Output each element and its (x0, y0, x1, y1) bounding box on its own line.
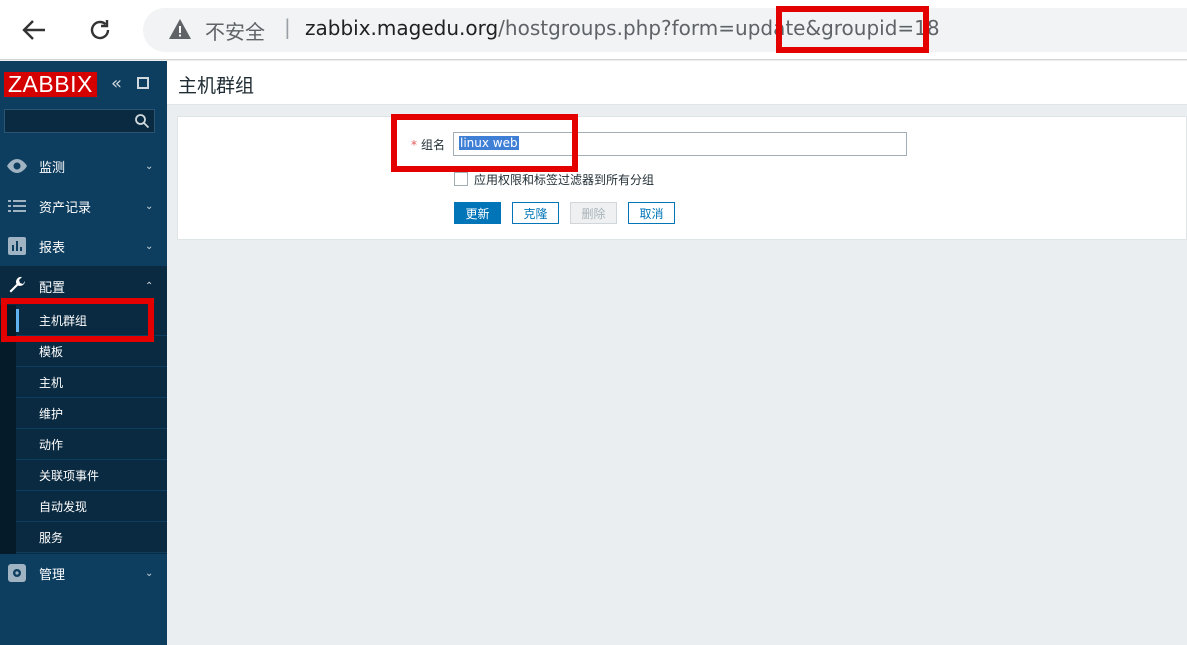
list-icon (6, 195, 28, 217)
kiosk-mode-icon[interactable] (137, 77, 149, 89)
eye-icon (6, 155, 28, 177)
submenu-item-discovery[interactable]: 自动发现 (16, 491, 167, 522)
menu-administration-label: 管理 (39, 567, 66, 583)
sidebar-search-input[interactable] (4, 109, 155, 133)
chevron-down-icon: ⌄ (145, 160, 154, 172)
menu-inventory[interactable]: 资产记录 ⌄ (0, 186, 167, 226)
highlight-box-host-groups (1, 298, 154, 342)
submenu-item-label: 模板 (39, 344, 64, 359)
menu-monitoring[interactable]: 监测 ⌄ (0, 146, 167, 186)
delete-button[interactable]: 删除 (570, 202, 617, 224)
menu-reports-label: 报表 (39, 240, 66, 256)
gear-icon (6, 562, 28, 584)
wrench-icon (6, 275, 28, 297)
back-arrow-icon[interactable] (14, 10, 54, 50)
clone-button[interactable]: 克隆 (512, 202, 559, 224)
submenu-indent (0, 305, 16, 554)
sidebar: ZABBIX « 监测 ⌄ 资产记录 ⌄ 报表 ⌄ 配置 ⌃ 主机群组 模板 主 (0, 61, 167, 645)
url-host: zabbix.magedu.org (305, 16, 499, 40)
submenu-item-label: 维护 (39, 406, 64, 421)
chevron-down-icon: ⌄ (145, 200, 154, 212)
submenu-item-label: 服务 (39, 530, 64, 545)
menu-inventory-label: 资产记录 (39, 200, 92, 216)
insecure-label: 不安全 (205, 20, 265, 44)
url-separator: | (284, 15, 291, 39)
highlight-box-groupid (776, 6, 929, 53)
page-header: 主机群组 (167, 61, 1187, 105)
submenu-item-label: 主机 (39, 375, 64, 390)
update-button[interactable]: 更新 (454, 202, 501, 224)
apply-permissions-label[interactable]: 应用权限和标签过滤器到所有分组 (474, 171, 654, 188)
menu-monitoring-label: 监测 (39, 160, 66, 176)
submenu-item-maintenance[interactable]: 维护 (16, 398, 167, 429)
submenu-item-services[interactable]: 服务 (16, 522, 167, 553)
highlight-box-group-name (391, 114, 578, 172)
chevron-down-icon: ⌄ (145, 567, 154, 579)
search-icon[interactable] (134, 113, 150, 129)
collapse-sidebar-icon[interactable]: « (111, 73, 122, 94)
chevron-down-icon: ⌄ (145, 240, 154, 252)
host-group-form: * 组名 linux web 应用权限和标签过滤器到所有分组 更新 克隆 删除 取… (177, 116, 1187, 240)
submenu-item-actions[interactable]: 动作 (16, 429, 167, 460)
bar-chart-icon (6, 235, 28, 257)
menu-administration[interactable]: 管理 ⌄ (0, 553, 167, 593)
chevron-up-icon: ⌃ (145, 280, 154, 292)
configuration-submenu: 主机群组 模板 主机 维护 动作 关联项事件 自动发现 服务 (16, 305, 167, 554)
page-title: 主机群组 (178, 75, 255, 97)
submenu-item-label: 关联项事件 (39, 468, 100, 483)
submenu-item-label: 动作 (39, 437, 64, 452)
warning-icon[interactable] (168, 17, 192, 41)
submenu-item-event-correlation[interactable]: 关联项事件 (16, 460, 167, 491)
zabbix-logo[interactable]: ZABBIX (4, 72, 97, 97)
apply-permissions-checkbox[interactable] (454, 172, 468, 186)
cancel-button[interactable]: 取消 (628, 202, 675, 224)
menu-configuration-label: 配置 (39, 280, 66, 296)
menu-reports[interactable]: 报表 ⌄ (0, 226, 167, 266)
reload-icon[interactable] (80, 10, 120, 50)
submenu-item-label: 自动发现 (39, 499, 88, 514)
submenu-item-hosts[interactable]: 主机 (16, 367, 167, 398)
browser-toolbar: 不安全 | zabbix.magedu.org/hostgroups.php?f… (0, 0, 1187, 60)
